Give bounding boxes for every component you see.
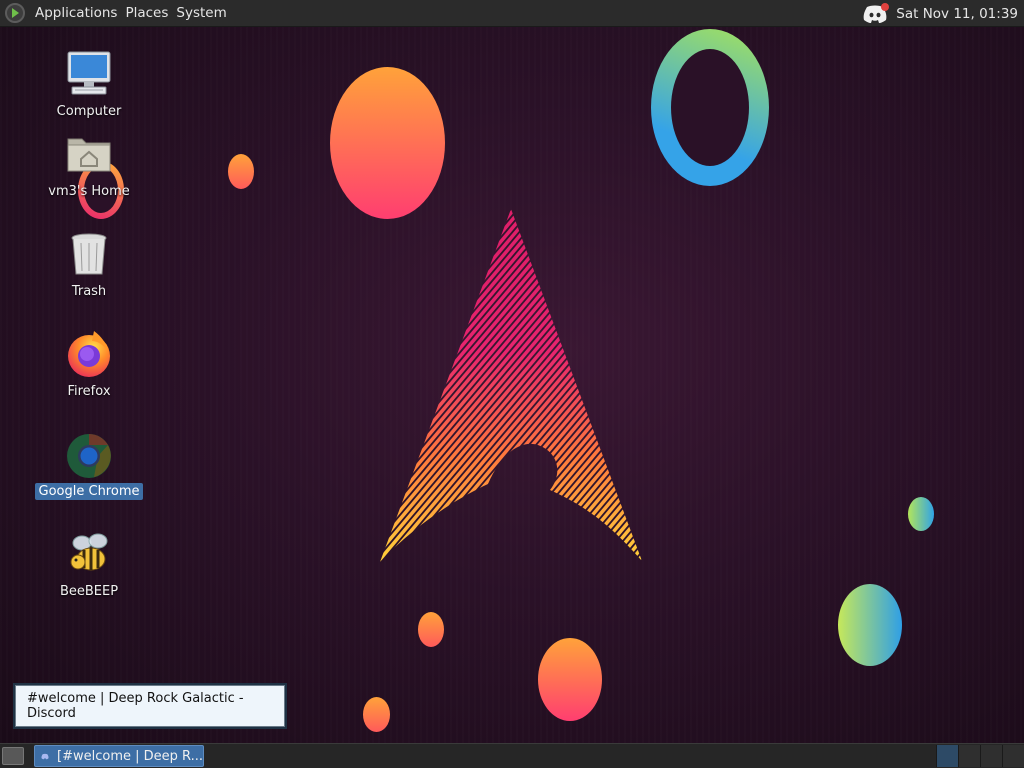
desktop-icon-trash[interactable]: Trash [34, 229, 144, 300]
wallpaper-blob [330, 67, 445, 219]
beebeep-icon [64, 529, 114, 579]
computer-icon [64, 49, 114, 99]
taskbar-window-title: [#welcome | Deep R... [57, 748, 203, 764]
desktop-icon-label: Computer [56, 104, 122, 119]
arch-logo-stripe [627, 209, 642, 562]
workspace-3[interactable] [980, 745, 1002, 767]
arch-logo-stripe [380, 209, 385, 562]
menu-logo-icon[interactable] [5, 3, 25, 23]
discord-icon[interactable] [862, 2, 890, 24]
wallpaper-blob [908, 497, 934, 531]
arch-logo-stripe [641, 209, 642, 562]
desktop-icon-firefox[interactable]: Firefox [34, 329, 144, 400]
workspace-1[interactable] [936, 745, 958, 767]
arch-logo-stripe [380, 209, 392, 562]
home-folder-icon [64, 129, 114, 179]
desktop-icon-chrome[interactable]: Google Chrome [34, 429, 144, 500]
wallpaper-blob [228, 154, 254, 189]
arch-logo: /* stripes drawn below */ [380, 209, 642, 562]
arch-logo-stripe [380, 209, 399, 562]
menu-applications[interactable]: Applications [31, 0, 121, 27]
wallpaper-blob [418, 612, 444, 647]
wallpaper-blob [363, 697, 390, 732]
desktop-wallpaper[interactable]: /* stripes drawn below */ Computer vm3 [0, 27, 1024, 743]
desktop-icon-label: BeeBEEP [59, 584, 119, 599]
wallpaper-blob [538, 638, 602, 721]
workspace-switcher [936, 745, 1024, 767]
show-desktop-icon[interactable] [2, 747, 24, 765]
notification-dot [881, 2, 890, 11]
taskbar-window-button[interactable]: [#welcome | Deep R... [34, 745, 204, 767]
workspace-2[interactable] [958, 745, 980, 767]
chrome-icon [64, 429, 114, 479]
arch-logo-stripe [620, 209, 642, 562]
desktop-icon-computer[interactable]: Computer [34, 49, 144, 120]
menu-system[interactable]: System [172, 0, 230, 27]
wallpaper-ring [651, 29, 769, 186]
trash-icon [64, 229, 114, 279]
window-tooltip: #welcome | Deep Rock Galactic - Discord [15, 685, 285, 727]
desktop-icon-label: Firefox [67, 384, 111, 399]
desktop-icon-home[interactable]: vm3's Home [34, 129, 144, 200]
bottom-panel: [#welcome | Deep R... [0, 743, 1024, 768]
wallpaper-blob [838, 584, 902, 666]
arch-logo-stripe [634, 209, 642, 562]
desktop-icon-beebeep[interactable]: BeeBEEP [34, 529, 144, 600]
workspace-4[interactable] [1002, 745, 1024, 767]
desktop-icon-label: Google Chrome [34, 483, 144, 500]
discord-icon [41, 753, 49, 759]
menu-places[interactable]: Places [121, 0, 172, 27]
desktop-icon-label: Trash [71, 284, 107, 299]
panel-tray: Sat Nov 11, 01:39 [862, 0, 1024, 27]
desktop-icon-label: vm3's Home [48, 184, 130, 199]
firefox-icon [64, 329, 114, 379]
panel-clock[interactable]: Sat Nov 11, 01:39 [896, 6, 1024, 22]
top-panel: Applications Places System Sat Nov 11, 0… [0, 0, 1024, 27]
